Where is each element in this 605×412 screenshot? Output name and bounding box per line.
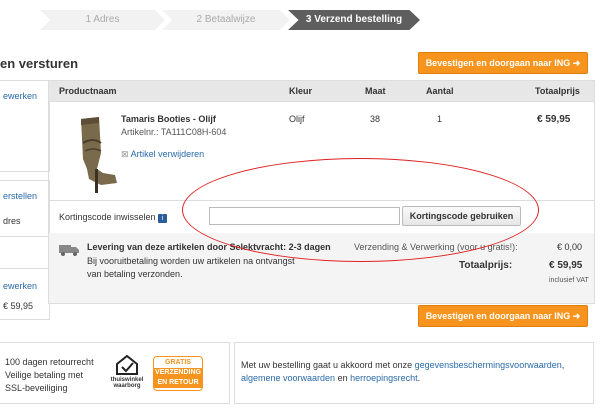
thuiswinkel-text2: waarborg xyxy=(113,383,141,389)
badge-line1: GRATIS xyxy=(165,359,191,366)
product-qty: 1 xyxy=(437,114,443,124)
remove-article-label: Artikel verwijderen xyxy=(130,149,205,159)
article-number: Artikelnr.: TA111C08H-604 xyxy=(121,127,227,137)
arrow-right-icon: ➜ xyxy=(572,311,581,321)
grand-total-value: € 59,95 xyxy=(549,260,583,271)
terms-text: Met uw bestelling gaat u akkoord met onz… xyxy=(241,360,565,383)
terms-box: Met uw bestelling gaat u akkoord met onz… xyxy=(234,342,594,404)
step-verzend-bestelling: 3 Verzend bestelling xyxy=(288,10,420,30)
shipping-cost-value: € 0,00 xyxy=(557,242,583,252)
general-terms-link[interactable]: algemene voorwaarden xyxy=(241,373,335,383)
table-header: Productnaam Kleur Maat Aantal Totaalprij… xyxy=(49,81,594,102)
badge-line3: EN RETOUR xyxy=(154,378,202,388)
confirm-button-label: Bevestigen en doorgaan naar ING xyxy=(425,58,571,68)
header-qty: Aantal xyxy=(426,86,454,96)
usp-ssl: SSL-beveiliging xyxy=(5,383,68,393)
free-shipping-badge: GRATIS VERZENDING EN RETOUR xyxy=(153,356,203,391)
address-text: dres xyxy=(3,216,21,226)
close-icon: ⊠ xyxy=(121,149,129,159)
product-image[interactable] xyxy=(67,113,119,197)
header-size: Maat xyxy=(365,86,386,96)
edit-link-3[interactable]: ewerken xyxy=(3,281,37,291)
header-color: Kleur xyxy=(289,86,313,96)
remove-article[interactable]: ⊠ Artikel verwijderen xyxy=(121,149,204,160)
step-adres[interactable]: 1 Adres xyxy=(40,10,165,30)
promo-label-text: Kortingscode inwisselen xyxy=(59,212,156,222)
confirm-button-top[interactable]: Bevestigen en doorgaan naar ING ➜ xyxy=(418,52,588,74)
product-size: 38 xyxy=(370,114,381,124)
terms-pre: Met uw bestelling gaat u akkoord met onz… xyxy=(241,360,413,370)
usp-returns: 100 dagen retourrecht xyxy=(5,357,94,367)
confirm-button-bottom[interactable]: Bevestigen en doorgaan naar ING ➜ xyxy=(418,305,588,327)
arrow-right-icon: ➜ xyxy=(572,58,581,68)
terms-mid: en xyxy=(337,373,348,383)
grand-total-label: Totaalprijs: xyxy=(459,260,513,271)
product-color: Olijf xyxy=(289,114,305,124)
edit-link-2[interactable]: erstellen xyxy=(3,191,37,201)
annotation-ellipse xyxy=(182,158,539,262)
left-panel-payment: ewerken € 59,95 xyxy=(0,268,50,320)
header-product: Productnaam xyxy=(59,86,117,96)
usp-box: 100 dagen retourrecht Veilige betaling m… xyxy=(0,342,230,404)
thuiswinkel-logo[interactable]: thuiswinkel waarborg xyxy=(109,354,145,395)
step-betaalwijze[interactable]: 2 Betaalwijze xyxy=(162,10,290,30)
withdrawal-link[interactable]: herroepingsrecht xyxy=(350,373,418,383)
payment-value: € 59,95 xyxy=(3,301,34,311)
privacy-link[interactable]: gegevensbeschermingsvoorwaarden xyxy=(415,360,562,370)
page-title: en versturen xyxy=(0,56,79,71)
header-total: Totaalprijs xyxy=(535,86,580,96)
confirm-button-label-bottom: Bevestigen en doorgaan naar ING xyxy=(425,311,571,321)
vat-note: inclusief VAT xyxy=(549,277,589,284)
left-panel-address: erstellen dres xyxy=(0,180,50,237)
edit-link-1[interactable]: ewerken xyxy=(3,91,37,101)
badge-line2: VERZENDING xyxy=(154,368,202,378)
truck-icon xyxy=(59,243,79,259)
product-name[interactable]: Tamaris Booties - Olijf xyxy=(121,114,216,124)
shipping-note: Bij vooruitbetaling worden uw artikelen … xyxy=(87,256,295,279)
usp-payment: Veilige betaling met xyxy=(5,370,84,380)
left-panel-delivery: ewerken xyxy=(0,80,50,172)
product-total: € 59,95 xyxy=(537,114,571,125)
promo-label: Kortingscode inwisselen i xyxy=(59,212,168,223)
house-icon xyxy=(116,354,138,375)
info-icon[interactable]: i xyxy=(158,214,168,223)
